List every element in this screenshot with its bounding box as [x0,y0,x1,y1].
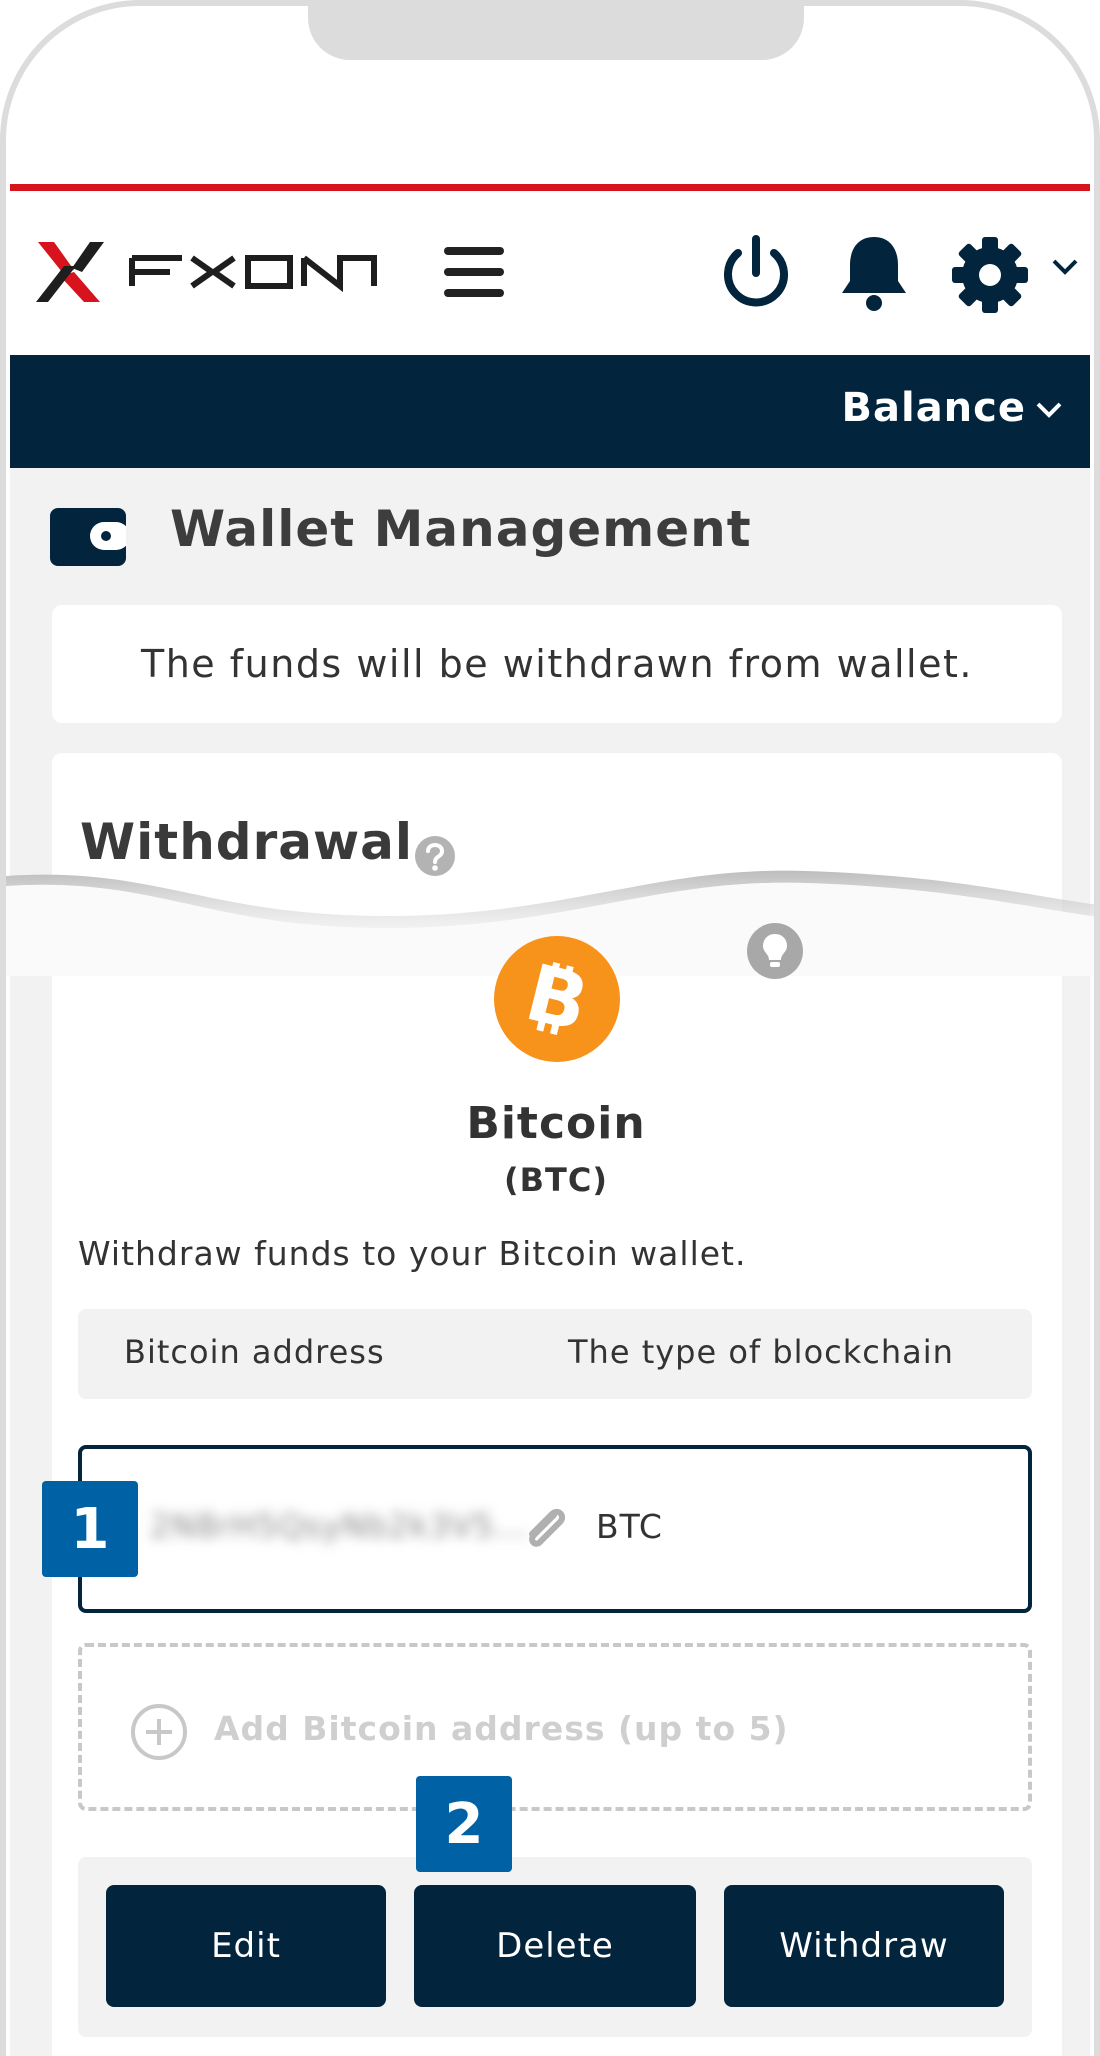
header-bitcoin-address: Bitcoin address [124,1333,385,1371]
withdraw-notice: The funds will be withdrawn from wallet. [52,605,1062,723]
power-icon[interactable] [716,231,796,315]
action-buttons: Edit Delete Withdraw [78,1857,1032,2037]
page-title: Wallet Management [170,500,752,558]
lightbulb-icon[interactable] [746,922,804,980]
phone-frame: Balance Wallet Management The funds will… [0,0,1100,2056]
bell-icon[interactable] [834,231,914,315]
balance-bar: Balance [10,355,1090,468]
coin-name: Bitcoin [466,1098,646,1149]
chevron-down-icon[interactable] [1034,399,1064,423]
bitcoin-address-value: 2N8rH5QsyNb2k3V5... [150,1507,529,1545]
blockchain-type-value: BTC [596,1507,663,1546]
address-table-header: Bitcoin address The type of blockchain [78,1309,1032,1399]
balance-dropdown[interactable]: Balance [842,385,1027,431]
wallet-icon [50,508,126,566]
paperclip-icon[interactable] [518,1501,574,1557]
add-address-label: Add Bitcoin address (up to 5) [214,1709,789,1748]
header-blockchain-type: The type of blockchain [568,1333,954,1371]
step-badge-2: 2 [416,1776,512,1872]
app-header [10,191,1090,355]
fxon-logo[interactable] [34,236,379,308]
chevron-down-icon[interactable] [1050,255,1080,279]
brand-accent-line [10,184,1090,191]
plus-circle-icon [131,1704,187,1760]
phone-notch [308,6,804,60]
menu-icon[interactable] [440,241,510,303]
coin-code: (BTC) [504,1161,608,1199]
add-address-button[interactable]: Add Bitcoin address (up to 5) [78,1643,1032,1811]
delete-button[interactable]: Delete [414,1885,696,2007]
step-badge-1: 1 [42,1481,138,1577]
withdraw-button[interactable]: Withdraw [724,1885,1004,2007]
bitcoin-icon: B [494,936,620,1062]
withdrawal-description: Withdraw funds to your Bitcoin wallet. [78,1234,747,1273]
edit-button[interactable]: Edit [106,1885,386,2007]
address-row-selected[interactable]: 2N8rH5QsyNb2k3V5... BTC [78,1445,1032,1613]
gear-icon[interactable] [950,235,1030,315]
